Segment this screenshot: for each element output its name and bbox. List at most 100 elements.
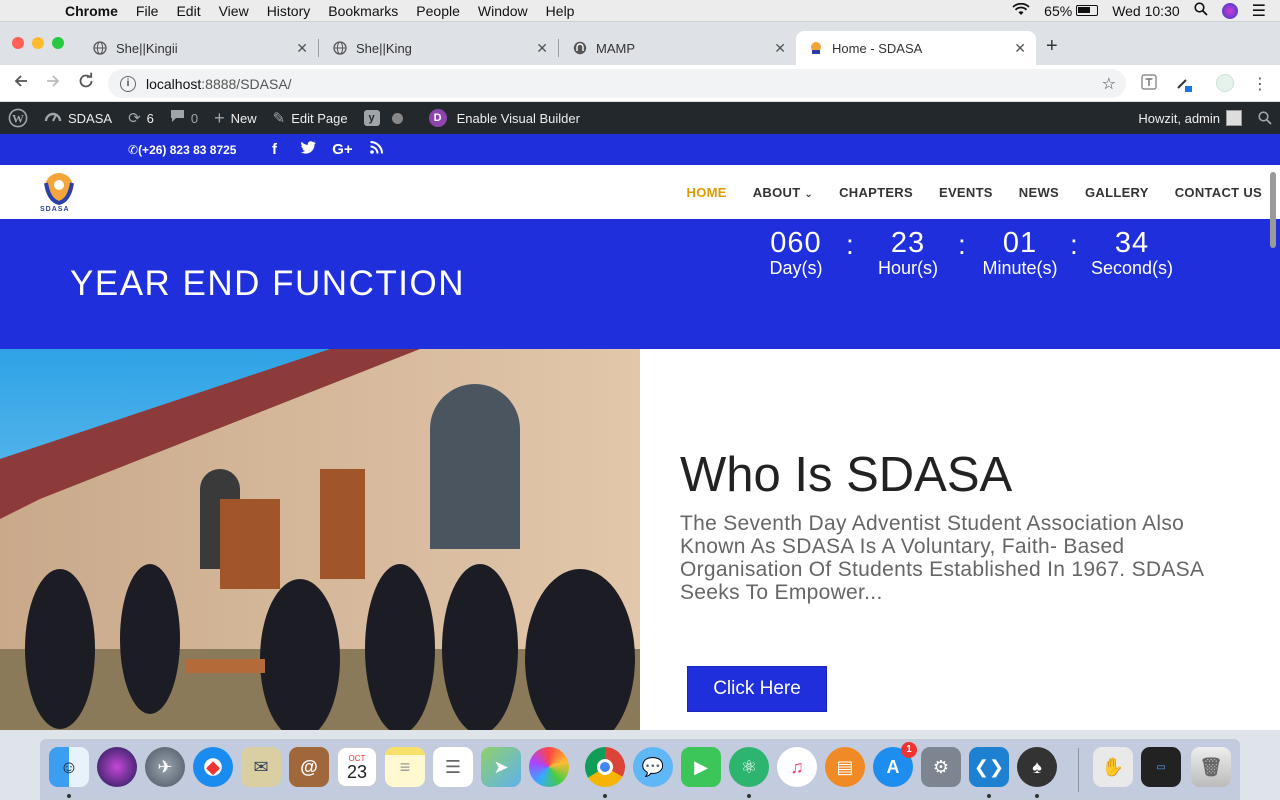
page-scrollbar[interactable] — [1270, 172, 1276, 248]
nav-contact-us[interactable]: CONTACT US — [1175, 185, 1262, 200]
atom-editor-icon[interactable]: ⚛ — [729, 747, 769, 787]
menu-app-name[interactable]: Chrome — [56, 3, 127, 19]
countdown-hours-value: 23 — [890, 227, 926, 259]
tab-divider — [558, 39, 559, 57]
sdasa-logo[interactable]: SDASA — [38, 169, 80, 215]
books-icon[interactable]: ▤ — [825, 747, 865, 787]
maps-icon[interactable]: ➤ — [481, 747, 521, 787]
about-heading: Who Is SDASA — [680, 448, 1013, 502]
notification-center-icon[interactable]: ☰ — [1252, 1, 1266, 21]
tab-close-icon[interactable]: ✕ — [296, 40, 308, 57]
nav-news[interactable]: NEWS — [1019, 185, 1059, 200]
rss-icon[interactable] — [364, 141, 388, 158]
safari-compass-icon[interactable]: ◆ — [193, 747, 233, 787]
itunes-music-icon[interactable]: ♫ — [777, 747, 817, 787]
eyedropper-extension-icon[interactable] — [1175, 74, 1193, 96]
menu-view[interactable]: View — [210, 3, 258, 19]
nav-gallery[interactable]: GALLERY — [1085, 185, 1149, 200]
messages-bubble-icon[interactable]: 💬 — [633, 747, 673, 787]
notes-icon[interactable]: ≡ — [385, 747, 425, 787]
dashboard-gauge-icon — [44, 109, 62, 127]
bookmark-star-icon[interactable]: ☆ — [1102, 74, 1116, 94]
about-body: The Seventh Day Adventist Student Associ… — [680, 512, 1204, 604]
menu-people[interactable]: People — [407, 3, 469, 19]
enable-visual-builder-link[interactable]: D Enable Visual Builder — [421, 102, 588, 134]
admin-comments-link[interactable]: 0 — [162, 102, 206, 134]
facetime-camera-icon[interactable]: ▶ — [681, 747, 721, 787]
chrome-tab-strip: She||Kingii ✕ She||King ✕ MAMP ✕ Home - … — [0, 23, 1280, 65]
tab-sheking-ii[interactable]: She||Kingii ✕ — [80, 31, 318, 65]
photos-flower-icon[interactable] — [529, 747, 569, 787]
spotlight-search-icon[interactable] — [1194, 2, 1208, 19]
phone-number[interactable]: ✆(+26) 823 83 8725 — [128, 143, 236, 157]
launchpad-rocket-icon[interactable]: ✈ — [145, 747, 185, 787]
siri-dock-icon[interactable] — [97, 747, 137, 787]
menu-edit[interactable]: Edit — [167, 3, 209, 19]
nav-chapters[interactable]: CHAPTERS — [839, 185, 913, 200]
site-info-icon[interactable]: i — [120, 75, 136, 92]
clock[interactable]: Wed 10:30 — [1112, 3, 1179, 19]
admin-site-link[interactable]: SDASA — [36, 102, 120, 134]
system-preferences-gear-icon[interactable]: ⚙ — [921, 747, 961, 787]
siri-icon[interactable] — [1221, 2, 1238, 19]
reload-icon[interactable] — [77, 72, 95, 95]
admin-updates-link[interactable]: ⟳ 6 — [120, 102, 162, 134]
calendar-icon[interactable]: OCT 23 — [337, 747, 377, 787]
facebook-icon[interactable]: f — [262, 141, 286, 158]
trash-icon[interactable]: 🗑 — [1191, 747, 1231, 787]
vscode-icon[interactable]: ❮❯ — [969, 747, 1009, 787]
admin-greeting: Howzit, admin — [1138, 110, 1220, 126]
nav-events[interactable]: EVENTS — [939, 185, 993, 200]
back-arrow-icon[interactable] — [12, 72, 30, 95]
minimize-window-button[interactable] — [32, 37, 44, 49]
google-plus-icon[interactable]: G+ — [330, 141, 354, 158]
group-photo — [0, 349, 640, 730]
extension-icon[interactable] — [1216, 74, 1234, 96]
wifi-icon[interactable] — [1012, 2, 1030, 19]
tab-home-sdasa[interactable]: Home - SDASA ✕ — [796, 31, 1036, 65]
zoom-window-button[interactable] — [52, 37, 64, 49]
tab-close-icon[interactable]: ✕ — [536, 40, 548, 57]
menu-bookmarks[interactable]: Bookmarks — [319, 3, 407, 19]
menu-history[interactable]: History — [258, 3, 320, 19]
globe-icon — [92, 40, 108, 56]
address-bar[interactable]: i localhost:8888/SDASA/ ☆ — [108, 69, 1126, 98]
nav-about[interactable]: ABOUT ⌄ — [753, 185, 813, 200]
forward-arrow-icon[interactable] — [44, 72, 62, 95]
builder-label: Enable Visual Builder — [456, 110, 580, 126]
tab-mamp[interactable]: MAMP ✕ — [560, 31, 796, 65]
app-store-icon[interactable]: A 1 — [873, 742, 917, 787]
close-window-button[interactable] — [12, 37, 24, 49]
admin-site-name: SDASA — [68, 110, 113, 126]
new-tab-button[interactable]: + — [1046, 35, 1058, 58]
reminders-list-icon[interactable]: ☰ — [433, 747, 473, 787]
mail-stamp-icon[interactable]: ✉ — [241, 747, 281, 787]
menu-window[interactable]: Window — [469, 3, 537, 19]
tab-close-icon[interactable]: ✕ — [774, 40, 786, 57]
click-here-button[interactable]: Click Here — [687, 666, 827, 712]
battery-status[interactable]: 65% — [1044, 3, 1099, 19]
terminal-stack-icon[interactable]: ▭ — [1141, 747, 1181, 787]
admin-search-icon[interactable] — [1250, 102, 1280, 134]
translate-extension-icon[interactable] — [1141, 74, 1157, 94]
menu-file[interactable]: File — [127, 3, 168, 19]
macos-dock: ☺ ✈ ◆ ✉ @ OCT 23 ≡ ☰ ➤ 💬 ▶ ⚛ ♫ ▤ A 1 ⚙ ❮… — [40, 739, 1240, 800]
nav-home[interactable]: HOME — [687, 185, 727, 200]
tab-sheking[interactable]: She||King ✕ — [320, 31, 558, 65]
downloads-stack-icon[interactable]: ✋ — [1093, 747, 1133, 787]
countdown-days-label: Day(s) — [769, 258, 823, 278]
finder-icon[interactable]: ☺ — [49, 747, 89, 787]
contacts-book-icon[interactable]: @ — [289, 747, 329, 787]
admin-new-link[interactable]: + New — [206, 102, 265, 134]
menu-help[interactable]: Help — [537, 3, 584, 19]
chrome-dock-icon[interactable] — [585, 747, 625, 787]
chrome-menu-kebab-icon[interactable]: ⋮ — [1252, 74, 1268, 94]
twitter-icon[interactable] — [296, 141, 320, 158]
yoast-seo-icon[interactable]: y — [356, 102, 411, 134]
tab-close-icon[interactable]: ✕ — [1014, 40, 1026, 57]
wp-logo-icon[interactable]: W — [0, 102, 36, 134]
admin-edit-page-link[interactable]: ✎ Edit Page — [265, 102, 356, 134]
admin-new-label: New — [230, 110, 257, 126]
admin-account-menu[interactable]: Howzit, admin — [1130, 102, 1250, 134]
mamp-elephant-dock-icon[interactable]: ♠ — [1017, 747, 1057, 787]
